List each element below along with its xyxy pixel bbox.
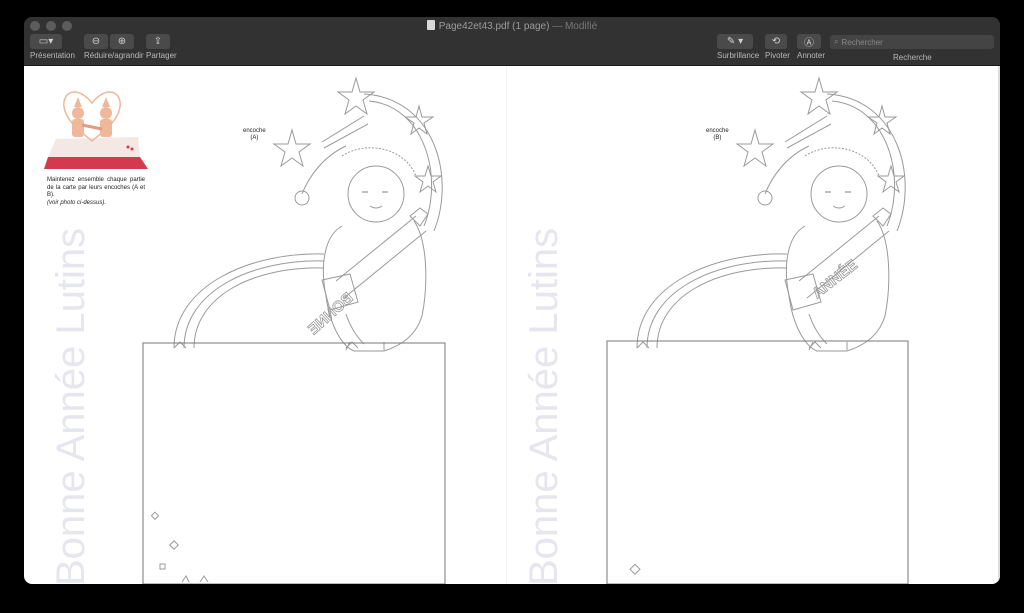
presentation-label: Présentation bbox=[30, 51, 75, 60]
presentation-button[interactable]: ▭▾ bbox=[30, 34, 62, 49]
zoom-tool: ⊖ ⊕ Réduire/agrandir bbox=[84, 34, 144, 60]
highlight-tool: ✎ ▾ Surbrillance bbox=[717, 34, 759, 60]
highlight-button[interactable]: ✎ ▾ bbox=[717, 34, 753, 49]
pdf-document-icon bbox=[426, 20, 435, 30]
toolbar: Page42et43.pdf (1 page) — Modifié ▭▾ Pré… bbox=[24, 17, 1000, 66]
rotate-label: Pivoter bbox=[765, 51, 790, 60]
search-label: Recherche bbox=[893, 53, 932, 62]
right-notch-markers bbox=[636, 341, 822, 349]
zoom-in-button[interactable]: ⊕ bbox=[110, 34, 134, 49]
share-button[interactable]: ⇪ bbox=[146, 34, 170, 49]
annotate-tool: Ⓐ Annoter bbox=[797, 34, 825, 60]
left-panel-marks bbox=[150, 511, 209, 583]
window-title-text: Page42et43.pdf (1 page) bbox=[438, 21, 550, 32]
share-tool: ⇪ Partager bbox=[146, 34, 177, 60]
markup-icon: Ⓐ bbox=[804, 38, 814, 49]
share-icon: ⇪ bbox=[153, 36, 163, 47]
right-panel-marks bbox=[629, 563, 641, 575]
zoom-label: Réduire/agrandir bbox=[84, 51, 144, 60]
presentation-tool: ▭▾ Présentation bbox=[30, 34, 75, 60]
cut-pattern-drawing: BONNE ANNÉE bbox=[142, 77, 909, 584]
right-banner-word: ANNÉE bbox=[809, 256, 861, 302]
window-title: Page42et43.pdf (1 page) — Modifié bbox=[24, 20, 1000, 32]
pen-icon: ✎ ▾ bbox=[726, 36, 744, 47]
pdf-page-view[interactable]: Bonne Année Lutins Bonne Année Lutins Ma… bbox=[24, 66, 1000, 584]
right-card-panel bbox=[606, 340, 909, 584]
highlight-label: Surbrillance bbox=[717, 51, 760, 60]
zoom-out-icon: ⊖ bbox=[91, 36, 101, 47]
zoom-in-icon: ⊕ bbox=[117, 36, 127, 47]
share-label: Partager bbox=[146, 51, 177, 60]
zoom-out-button[interactable]: ⊖ bbox=[84, 34, 108, 49]
zoom-segmented: ⊖ ⊕ bbox=[84, 34, 144, 49]
preview-window: Page42et43.pdf (1 page) — Modifié ▭▾ Pré… bbox=[24, 17, 1000, 584]
rotate-icon: ⟲ bbox=[771, 36, 781, 47]
sidebar-icon: ▭▾ bbox=[38, 36, 54, 47]
modified-indicator: — Modifié bbox=[552, 21, 598, 32]
rotate-button[interactable]: ⟲ bbox=[765, 34, 787, 49]
annotate-label: Annoter bbox=[797, 51, 826, 60]
left-banner-word: BONNE bbox=[305, 289, 357, 338]
search-placeholder: Rechercher bbox=[841, 37, 883, 47]
search-field[interactable]: ⌕ Rechercher bbox=[830, 35, 994, 49]
annotate-button[interactable]: Ⓐ bbox=[797, 34, 821, 49]
rotate-tool: ⟲ Pivoter bbox=[765, 34, 790, 60]
search-icon: ⌕ bbox=[834, 37, 839, 46]
left-card-panel bbox=[142, 342, 446, 584]
